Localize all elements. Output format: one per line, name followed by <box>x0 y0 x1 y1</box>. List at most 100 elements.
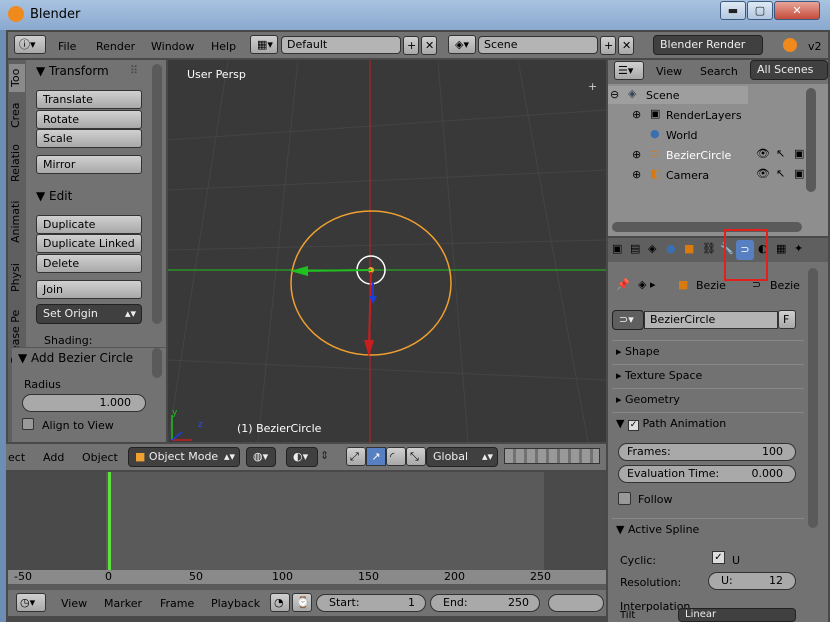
3d-viewport[interactable]: User Persp + y z (1) BezierCircle <box>168 60 606 442</box>
frames-field[interactable]: Frames: 100 <box>618 443 796 461</box>
panel-active-spline[interactable]: ▼ Active Spline <box>612 518 804 540</box>
tab-tools[interactable]: Too <box>9 64 25 92</box>
cyclic-u-checkbox[interactable]: ✓ <box>712 551 725 564</box>
display-mode-select[interactable]: All Scenes <box>750 60 828 80</box>
end-frame-field[interactable]: End: 250 <box>430 594 540 612</box>
tool-shelf-scrollbar[interactable] <box>152 64 162 324</box>
tab-physics[interactable]: Physi <box>9 256 25 300</box>
manipulator-toggle-icon[interactable]: ⤢ <box>346 447 366 466</box>
layout-icon-button[interactable]: ▦▾ <box>250 35 278 54</box>
panel-texture-space[interactable]: ▸ Texture Space <box>612 364 804 386</box>
properties-scrollbar[interactable] <box>808 268 818 528</box>
translate-button[interactable]: Translate <box>36 90 142 109</box>
outliner-row-beziercircle[interactable]: ⊕ ⊃ BezierCircle 👁 ↖ ▣ <box>632 146 828 164</box>
collapse-icon[interactable]: ⊖ <box>610 88 619 101</box>
duplicate-button[interactable]: Duplicate <box>36 215 142 234</box>
maximize-button[interactable]: ▢ <box>747 1 773 20</box>
constraints-tab-icon[interactable]: ⛓ <box>702 242 716 255</box>
tab-relations[interactable]: Relatio <box>9 138 25 188</box>
current-frame-field[interactable] <box>548 594 604 612</box>
join-button[interactable]: Join <box>36 280 142 299</box>
mirror-button[interactable]: Mirror <box>36 155 142 174</box>
camera-render-icon[interactable]: ▣ <box>794 147 804 160</box>
follow-checkbox[interactable] <box>618 492 631 505</box>
cursor-select-icon[interactable]: ↖ <box>776 167 785 180</box>
tab-animation[interactable]: Animati <box>9 192 25 252</box>
viewport-plus-icon[interactable]: + <box>588 80 597 93</box>
snap-arrows-icon[interactable]: ⇕ <box>320 449 329 462</box>
camera-render-icon[interactable]: ▣ <box>794 167 804 180</box>
path-animation-checkbox[interactable]: ✓ <box>627 420 639 431</box>
outliner-menu-search[interactable]: Search <box>700 65 738 78</box>
time-display-icon[interactable]: ⌚ <box>292 593 312 612</box>
evaluation-time-field[interactable]: Evaluation Time: 0.000 <box>618 465 796 483</box>
tilt-interpolation-select[interactable]: Linear <box>678 608 796 622</box>
outliner-row-scene[interactable]: ⊖ ◈ Scene <box>608 86 748 104</box>
outliner-row-camera[interactable]: ⊕ ◧ Camera 👁 ↖ ▣ <box>632 166 828 184</box>
remove-layout-button[interactable]: ✕ <box>421 36 437 55</box>
pin-icon[interactable]: 📌 <box>616 278 630 291</box>
fake-user-button[interactable]: F <box>778 310 796 329</box>
scene-icon-button[interactable]: ◈▾ <box>448 35 476 54</box>
outliner-menu-view[interactable]: View <box>656 65 682 78</box>
orientation-select[interactable]: Global ▴▾ <box>426 447 498 467</box>
timeline-ruler[interactable]: -50 0 50 100 150 200 250 <box>8 570 606 584</box>
timeline-editor-type-button[interactable]: ◷▾ <box>16 593 46 612</box>
renderlayers-tab-icon[interactable]: ▤ <box>630 242 640 255</box>
panel-shape[interactable]: ▸ Shape <box>612 340 804 362</box>
delete-button[interactable]: Delete <box>36 254 142 273</box>
translate-manipulator-icon[interactable]: ↗ <box>366 447 386 466</box>
scene-field[interactable]: Scene <box>478 36 598 54</box>
drag-handle-icon[interactable]: ⠿ <box>130 64 138 77</box>
menu-playback[interactable]: Playback <box>211 597 260 610</box>
add-layout-button[interactable]: + <box>403 36 419 55</box>
scale-button[interactable]: Scale <box>36 129 142 148</box>
current-frame-marker[interactable] <box>108 472 111 580</box>
set-origin-select[interactable]: Set Origin ▴▾ <box>36 304 142 324</box>
panel-path-animation[interactable]: ▼ ✓ Path Animation <box>612 412 804 434</box>
menu-window[interactable]: Window <box>151 40 194 53</box>
transform-panel-header[interactable]: ▼ Transform <box>36 64 109 78</box>
object-tab-icon[interactable]: ■ <box>684 242 694 255</box>
render-engine-select[interactable]: Blender Render <box>653 35 763 55</box>
expand-icon[interactable]: ⊕ <box>632 108 641 121</box>
preview-range-icon[interactable]: ◔ <box>270 593 290 612</box>
particles-tab-icon[interactable]: ✦ <box>794 242 803 255</box>
editor-type-button[interactable]: ⓘ▾ <box>14 35 46 54</box>
layer-buttons[interactable] <box>504 448 600 464</box>
menu-object[interactable]: Object <box>82 451 118 464</box>
eye-icon[interactable]: 👁 <box>756 167 770 180</box>
duplicate-linked-button[interactable]: Duplicate Linked <box>36 234 142 253</box>
pivot-select[interactable]: ◐▾ <box>286 447 318 467</box>
menu-marker[interactable]: Marker <box>104 597 142 610</box>
menu-render[interactable]: Render <box>96 40 135 53</box>
remove-scene-button[interactable]: ✕ <box>618 36 634 55</box>
operator-scrollbar[interactable] <box>152 348 162 378</box>
outliner-scrollbar[interactable] <box>806 88 816 192</box>
edit-panel-header[interactable]: ▼ Edit <box>36 189 72 203</box>
scale-manipulator-icon[interactable]: ⤡ <box>406 447 426 466</box>
outliner-row-renderlayers[interactable]: ⊕ ▣ RenderLayers <box>632 106 828 124</box>
outliner-hscrollbar[interactable] <box>612 222 802 232</box>
resolution-u-field[interactable]: U: 12 <box>708 572 796 590</box>
tab-create[interactable]: Crea <box>9 96 25 134</box>
expand-icon[interactable]: ⊕ <box>632 148 641 161</box>
outliner-editor-type-button[interactable]: ☰▾ <box>614 61 644 80</box>
eye-icon[interactable]: 👁 <box>756 147 770 160</box>
operator-panel-header[interactable]: ▼ Add Bezier Circle <box>18 351 133 365</box>
curve-datablock-icon-button[interactable]: ⊃▾ <box>612 310 644 330</box>
scene-tab-icon[interactable]: ◈ <box>648 242 656 255</box>
minimize-button[interactable]: ▬ <box>720 1 746 20</box>
menu-select[interactable]: ect <box>8 451 25 464</box>
mode-select[interactable]: ■ Object Mode ▴▾ <box>128 447 240 467</box>
layout-field[interactable]: Default <box>281 36 401 54</box>
menu-add[interactable]: Add <box>43 451 64 464</box>
rotate-button[interactable]: Rotate <box>36 110 142 129</box>
align-to-view-checkbox[interactable] <box>22 418 34 430</box>
render-tab-icon[interactable]: ▣ <box>612 242 622 255</box>
menu-file[interactable]: File <box>58 40 76 53</box>
rotate-manipulator-icon[interactable]: ◜ <box>386 447 406 466</box>
texture-tab-icon[interactable]: ▦ <box>776 242 786 255</box>
cursor-select-icon[interactable]: ↖ <box>776 147 785 160</box>
add-scene-button[interactable]: + <box>600 36 616 55</box>
